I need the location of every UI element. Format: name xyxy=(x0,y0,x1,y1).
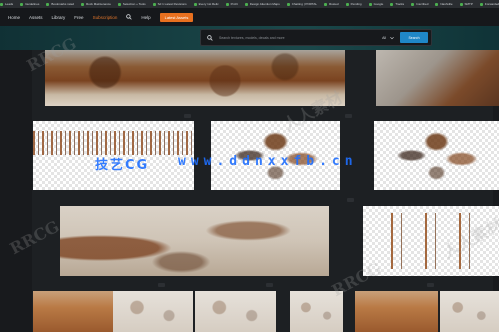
bookmark-item[interactable]: Sd 1 Latest Revisions xyxy=(152,2,187,6)
bookmark-item[interactable]: Chatting | PORTAL xyxy=(286,2,318,6)
bookmark-label: Google xyxy=(373,2,384,6)
texture-tile[interactable] xyxy=(33,291,113,332)
tile-badge xyxy=(184,114,191,118)
texture-tile[interactable] xyxy=(60,206,329,276)
nav-help[interactable]: Help xyxy=(141,15,150,20)
texture-tile[interactable] xyxy=(355,291,438,332)
bookmark-label: Every 1st Relic xyxy=(198,2,219,6)
bookmark-icon xyxy=(368,2,372,6)
left-rail xyxy=(0,50,32,332)
bookmark-label: Rusted xyxy=(329,2,339,6)
bookmark-label: Tracks xyxy=(395,2,405,6)
tile-badge xyxy=(427,283,434,287)
bookmark-label: Guidelines xyxy=(25,2,40,6)
texture-tile[interactable] xyxy=(440,291,499,332)
nav-library[interactable]: Library xyxy=(52,15,66,20)
bookmark-icon xyxy=(0,2,3,6)
bookmark-item[interactable]: Tracks xyxy=(390,2,404,6)
bookmark-label: Profit xyxy=(230,2,238,6)
texture-tile[interactable] xyxy=(195,291,276,332)
bookmark-label: Forwarded xyxy=(484,2,499,6)
bookmark-icon xyxy=(435,2,439,6)
tile-badge xyxy=(158,283,165,287)
bookmark-item[interactable]: Google xyxy=(368,2,384,6)
bookmark-item[interactable]: Pending xyxy=(345,2,362,6)
nav-subscription[interactable]: Subscription xyxy=(93,15,118,20)
search-scope-select[interactable]: All xyxy=(382,36,386,40)
bookmark-item[interactable]: Inscribed xyxy=(411,2,428,6)
texture-tile[interactable] xyxy=(113,291,193,332)
bookmark-label: Chatting | PORTAL xyxy=(291,2,318,6)
bookmark-icon xyxy=(225,2,229,6)
bookmark-icon xyxy=(193,2,197,6)
bookmark-item[interactable]: Leads xyxy=(0,2,13,6)
bookmark-label: Selection + Tools xyxy=(122,2,146,6)
bookmark-icon xyxy=(20,2,24,6)
latest-assets-button[interactable]: Latest Assets xyxy=(159,12,194,22)
page-root: Leads Guidelines Bookmarks rated Rock Maint… xyxy=(0,0,499,332)
bookmark-item[interactable]: Every 1st Relic xyxy=(193,2,219,6)
bookmark-icon xyxy=(152,2,156,6)
bookmarks-bar: Leads Guidelines Bookmarks rated Rock Maint… xyxy=(0,0,499,8)
bookmark-icon xyxy=(459,2,463,6)
bookmark-label: Design Attention Maps xyxy=(249,2,280,6)
bookmark-icon xyxy=(411,2,415,6)
bookmark-icon xyxy=(117,2,121,6)
bookmark-item[interactable]: Rusted xyxy=(324,2,339,6)
bookmark-item[interactable]: SMTP xyxy=(459,2,473,6)
search-button[interactable]: Search xyxy=(400,32,428,43)
bookmark-icon xyxy=(81,2,85,6)
watermark-cn: 技艺CG xyxy=(95,158,150,173)
site-nav: Home Assets Library Free Subscription He… xyxy=(0,8,499,26)
bookmark-label: Nashville xyxy=(440,2,453,6)
bookmark-label: Inscribed xyxy=(416,2,429,6)
bookmark-icon xyxy=(479,2,483,6)
chevron-down-icon xyxy=(390,36,394,39)
bookmark-item[interactable]: Nashville xyxy=(435,2,453,6)
search-icon xyxy=(207,34,213,41)
bookmark-item[interactable]: Bookmarks rated xyxy=(46,2,74,6)
nav-assets[interactable]: Assets xyxy=(29,15,43,20)
bookmark-label: Pending xyxy=(350,2,362,6)
search-input[interactable]: Search textures, models, decals and more xyxy=(219,36,382,40)
bookmark-icon xyxy=(286,2,290,6)
bookmark-item[interactable]: Design Attention Maps xyxy=(244,2,280,6)
bookmark-item[interactable]: Forwarded xyxy=(479,2,499,6)
nav-home[interactable]: Home xyxy=(8,15,20,20)
texture-tile[interactable] xyxy=(376,50,499,106)
bookmark-icon xyxy=(244,2,248,6)
bookmark-item[interactable]: Selection + Tools xyxy=(117,2,146,6)
bookmark-label: SMTP xyxy=(464,2,473,6)
bookmark-item[interactable]: Rock Maintenance xyxy=(81,2,111,6)
bookmark-label: Rock Maintenance xyxy=(86,2,111,6)
watermark-url: www.ddnxxfb.cn xyxy=(178,154,358,169)
bookmark-icon xyxy=(390,2,394,6)
bookmark-label: Leads xyxy=(5,2,14,6)
bookmark-icon xyxy=(345,2,349,6)
bookmark-label: Sd 1 Latest Revisions xyxy=(157,2,187,6)
texture-tile[interactable] xyxy=(374,121,499,190)
bookmark-icon xyxy=(324,2,328,6)
search-bar[interactable]: Search textures, models, decals and more… xyxy=(200,29,432,46)
nav-free[interactable]: Free xyxy=(74,15,83,20)
bookmark-icon xyxy=(46,2,50,6)
bookmark-item[interactable]: Profit xyxy=(225,2,238,6)
search-icon[interactable] xyxy=(126,14,133,20)
bookmark-item[interactable]: Guidelines xyxy=(20,2,39,6)
texture-tile[interactable] xyxy=(45,50,345,106)
tile-badge xyxy=(347,198,354,202)
tile-badge xyxy=(345,114,352,118)
bookmark-label: Bookmarks rated xyxy=(51,2,75,6)
tile-badge xyxy=(266,283,273,287)
